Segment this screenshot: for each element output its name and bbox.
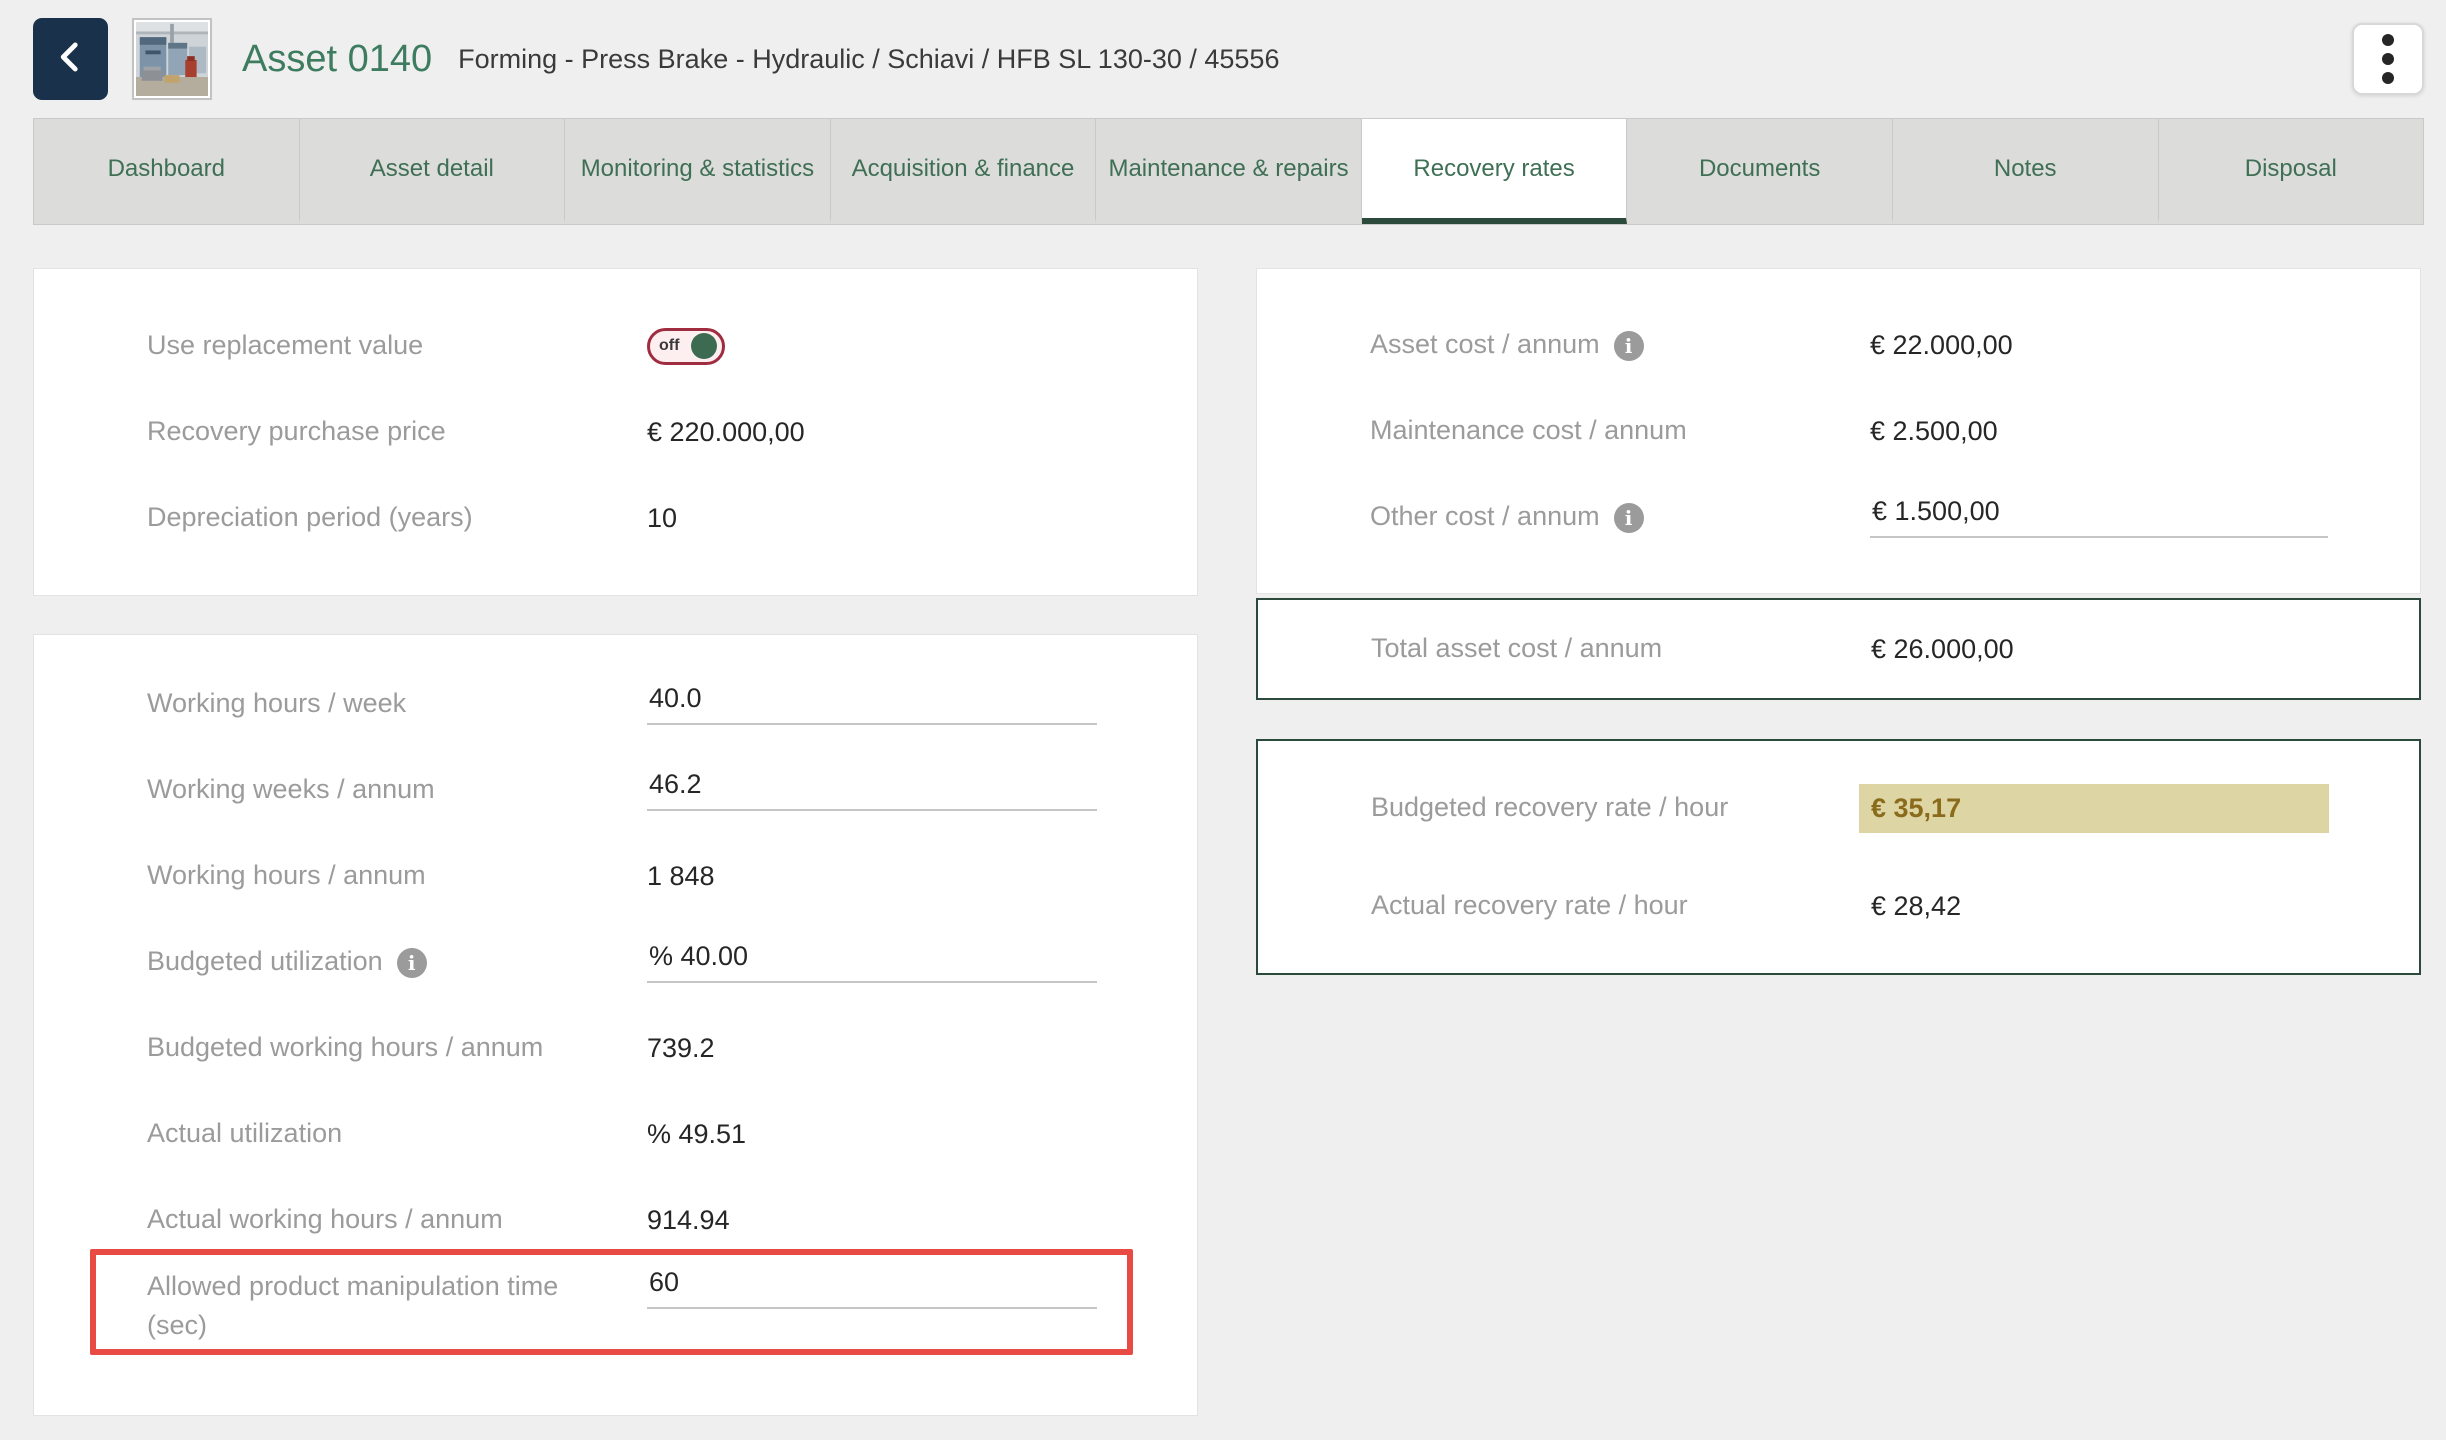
row-actual-utilization: Actual utilization % 49.51 (34, 1091, 1197, 1177)
kebab-menu-icon (2382, 34, 2394, 84)
depreciation-period-value: 10 (647, 503, 677, 534)
tab-recovery-rates[interactable]: Recovery rates (1362, 119, 1628, 224)
tab-bar: Dashboard Asset detail Monitoring & stat… (33, 118, 2424, 225)
toggle-state-label: off (659, 337, 679, 355)
working-hours-card: Working hours / week Working weeks / ann… (33, 634, 1198, 1416)
field-label: Maintenance cost / annum (1370, 411, 1870, 450)
tab-notes[interactable]: Notes (1893, 119, 2159, 224)
row-budgeted-recovery-rate: Budgeted recovery rate / hour € 35,17 (1258, 759, 2419, 857)
more-options-button[interactable] (2352, 23, 2424, 95)
row-budgeted-working-hours-annum: Budgeted working hours / annum 739.2 (34, 1005, 1197, 1091)
field-label: Other cost / annumi (1370, 497, 1870, 536)
tab-dashboard[interactable]: Dashboard (34, 119, 300, 224)
budgeted-recovery-rate-value: € 35,17 (1859, 784, 2329, 833)
field-label: Use replacement value (147, 326, 647, 365)
actual-utilization-value: % 49.51 (647, 1119, 746, 1150)
allowed-product-manipulation-time-input[interactable] (647, 1267, 1097, 1309)
row-actual-recovery-rate: Actual recovery rate / hour € 28,42 (1258, 857, 2419, 955)
row-total-asset-cost-annum: Total asset cost / annum € 26.000,00 (1258, 600, 2419, 698)
field-label: Recovery purchase price (147, 412, 647, 451)
budgeted-working-hours-annum-value: 739.2 (647, 1033, 715, 1064)
row-working-hours-annum: Working hours / annum 1 848 (34, 833, 1197, 919)
row-recovery-purchase-price: Recovery purchase price € 220.000,00 (34, 389, 1197, 475)
row-asset-cost-annum: Asset cost / annumi € 22.000,00 (1257, 302, 2420, 388)
field-label: Working hours / annum (147, 856, 647, 895)
tab-asset-detail[interactable]: Asset detail (300, 119, 566, 224)
field-label: Actual utilization (147, 1114, 647, 1153)
working-hours-week-input[interactable] (647, 683, 1097, 725)
total-asset-cost-box: Total asset cost / annum € 26.000,00 (1256, 598, 2421, 700)
costs-card: Asset cost / annumi € 22.000,00 Maintena… (1256, 268, 2421, 594)
chevron-left-icon (54, 34, 88, 85)
toggle-knob (691, 333, 717, 359)
asset-description: Forming - Press Brake - Hydraulic / Schi… (458, 44, 1279, 75)
tab-acquisition-finance[interactable]: Acquisition & finance (831, 119, 1097, 224)
field-label: Working hours / week (147, 684, 647, 723)
field-label: Budgeted working hours / annum (147, 1028, 647, 1067)
valuation-card: Use replacement value off Recovery purch… (33, 268, 1198, 596)
right-column: Asset cost / annumi € 22.000,00 Maintena… (1256, 268, 2421, 975)
field-label: Actual working hours / annum (147, 1200, 647, 1239)
row-depreciation-period: Depreciation period (years) 10 (34, 475, 1197, 561)
row-maintenance-cost-annum: Maintenance cost / annum € 2.500,00 (1257, 388, 2420, 474)
row-working-weeks-annum: Working weeks / annum (34, 747, 1197, 833)
budgeted-utilization-input[interactable] (647, 941, 1097, 983)
other-cost-annum-input[interactable] (1870, 496, 2328, 538)
actual-recovery-rate-value: € 28,42 (1871, 891, 1961, 922)
asset-photo (136, 22, 208, 96)
field-label: Budgeted recovery rate / hour (1371, 788, 1871, 827)
row-other-cost-annum: Other cost / annumi (1257, 474, 2420, 560)
working-hours-annum-value: 1 848 (647, 861, 715, 892)
row-actual-working-hours-annum: Actual working hours / annum 914.94 (34, 1177, 1197, 1263)
tab-monitoring-statistics[interactable]: Monitoring & statistics (565, 119, 831, 224)
working-weeks-annum-input[interactable] (647, 769, 1097, 811)
tab-maintenance-repairs[interactable]: Maintenance & repairs (1096, 119, 1362, 224)
app-header: Asset 0140 Forming - Press Brake - Hydra… (0, 0, 2446, 118)
tab-disposal[interactable]: Disposal (2159, 119, 2424, 224)
maintenance-cost-annum-value: € 2.500,00 (1870, 416, 1998, 447)
row-allowed-product-manipulation-time: Allowed product manipulation time (sec) (34, 1263, 1197, 1385)
use-replacement-value-toggle[interactable]: off (647, 328, 725, 365)
field-label: Depreciation period (years) (147, 498, 647, 537)
recovery-rates-box: Budgeted recovery rate / hour € 35,17 Ac… (1256, 739, 2421, 975)
page-title: Asset 0140 (242, 38, 432, 81)
left-column: Use replacement value off Recovery purch… (33, 268, 1198, 1416)
tab-documents[interactable]: Documents (1627, 119, 1893, 224)
field-label: Budgeted utilizationi (147, 942, 647, 981)
total-asset-cost-annum-value: € 26.000,00 (1871, 634, 2014, 665)
asset-cost-annum-value: € 22.000,00 (1870, 330, 2013, 361)
info-icon[interactable]: i (1614, 503, 1644, 533)
back-button[interactable] (33, 18, 108, 100)
field-label: Asset cost / annumi (1370, 325, 1870, 364)
recovery-rates-panel: Use replacement value off Recovery purch… (0, 225, 2446, 1416)
recovery-purchase-price-value: € 220.000,00 (647, 417, 805, 448)
actual-working-hours-annum-value: 914.94 (647, 1205, 730, 1236)
row-working-hours-week: Working hours / week (34, 661, 1197, 747)
info-icon[interactable]: i (397, 948, 427, 978)
row-budgeted-utilization: Budgeted utilizationi (34, 919, 1197, 1005)
field-label: Total asset cost / annum (1371, 629, 1871, 668)
field-label: Working weeks / annum (147, 770, 647, 809)
field-label: Allowed product manipulation time (sec) (147, 1267, 647, 1345)
field-label: Actual recovery rate / hour (1371, 886, 1871, 925)
info-icon[interactable]: i (1614, 331, 1644, 361)
asset-photo-thumbnail[interactable] (132, 18, 212, 100)
row-use-replacement-value: Use replacement value off (34, 303, 1197, 389)
